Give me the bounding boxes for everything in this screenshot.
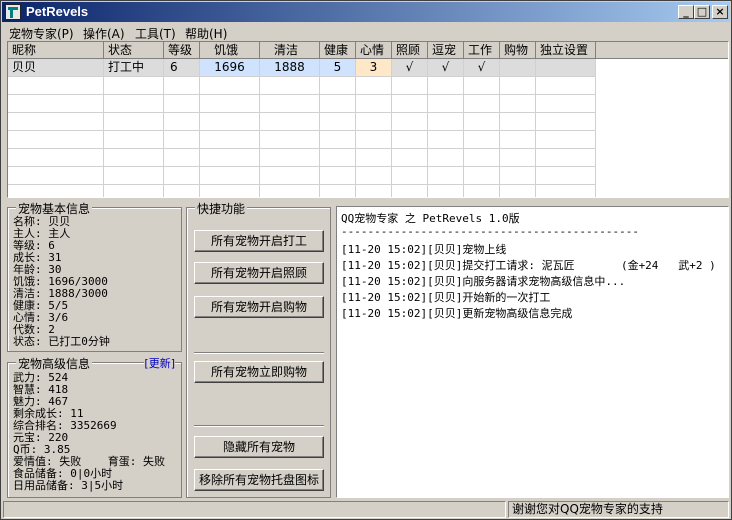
cell-status: 打工中 [104,59,164,77]
grid-column-line [355,77,356,197]
menu-bar: 宠物专家(P) 操作(A) 工具(T) 帮助(H) [2,23,730,41]
log-header: QQ宠物专家 之 PetRevels 1.0版 [341,212,520,225]
log-line: [11-20 15:02][贝贝]向服务器请求宠物高级信息中... [341,275,626,288]
col-header-settings[interactable]: 独立设置 [536,42,596,59]
empty-row [8,77,596,95]
maximize-button[interactable]: □ [694,5,710,19]
remove-tray-icons-button[interactable]: 移除所有宠物托盘图标 [194,469,324,491]
grid-column-line [163,77,164,197]
grid-column-line [199,77,200,197]
empty-row [8,149,596,167]
col-header-shop[interactable]: 购物 [500,42,536,59]
col-header-nickname[interactable]: 昵称 [8,42,104,59]
info-state: 状态: 已打工0分钟 [13,335,110,348]
log-panel[interactable]: QQ宠物专家 之 PetRevels 1.0版 ----------------… [336,206,729,498]
cell-clean: 1888 [260,59,320,77]
hide-all-button[interactable]: 隐藏所有宠物 [194,436,324,458]
cell-mood: 3 [356,59,392,77]
refresh-link[interactable]: [更新] [144,355,175,371]
advanced-info-group: 宠物高级信息 [更新] 武力: 524 智慧: 418 魅力: 467 剩余成长… [7,355,182,498]
separator [194,352,324,354]
cell-settings [536,59,596,77]
empty-row [8,185,596,197]
grid-column-line [595,77,596,197]
col-header-filler [596,42,728,59]
cell-care: √ [392,59,428,77]
cell-hunger: 1696 [200,59,260,77]
menu-operation[interactable]: 操作(A) [83,25,125,42]
start-shop-all-button[interactable]: 所有宠物开启购物 [194,296,324,318]
menu-help[interactable]: 帮助(H) [185,25,227,42]
grid-column-line [103,77,104,197]
grid-column-line [499,77,500,197]
col-header-care[interactable]: 照顾 [392,42,428,59]
col-header-play[interactable]: 逗宠 [428,42,464,59]
menu-pet-expert[interactable]: 宠物专家(P) [9,25,74,42]
cell-work: √ [464,59,500,77]
empty-row [8,167,596,185]
log-line: [11-20 15:02][贝贝]开始新的一次打工 [341,291,551,304]
status-left [3,501,506,518]
cell-play: √ [428,59,464,77]
start-care-all-button[interactable]: 所有宠物开启照顾 [194,262,324,284]
separator [194,425,324,427]
cell-level: 6 [164,59,200,77]
col-header-status[interactable]: 状态 [104,42,164,59]
cell-health: 5 [320,59,356,77]
basic-info-group: 宠物基本信息 名称: 贝贝 主人: 主人 等级: 6 成长: 31 年龄: 30… [7,200,182,352]
log-line: [11-20 15:02][贝贝]更新宠物高级信息完成 [341,307,573,320]
grid-column-line [259,77,260,197]
window-title: PetRevels [26,4,89,19]
buy-now-all-button[interactable]: 所有宠物立即购物 [194,361,324,383]
col-header-clean[interactable]: 清洁 [260,42,320,59]
start-work-all-button[interactable]: 所有宠物开启打工 [194,230,324,252]
cell-shop [500,59,536,77]
log-divider: ----------------------------------------… [341,225,640,238]
log-line: [11-20 15:02][贝贝]提交打工请求: 泥瓦匠 (金+24 武+2 ) [341,259,716,272]
cell-nickname: 贝贝 [8,59,104,77]
adv-daily-stock: 日用品储备: 3|5小时 [13,479,124,492]
status-right: 谢谢您对QQ宠物专家的支持 [508,501,729,518]
col-header-level[interactable]: 等级 [164,42,200,59]
col-header-mood[interactable]: 心情 [356,42,392,59]
grid-column-line [463,77,464,197]
col-header-health[interactable]: 健康 [320,42,356,59]
grid-column-line [427,77,428,197]
minimize-button[interactable]: _ [678,5,694,19]
advanced-info-label: 宠物高级信息 [16,355,93,372]
app-logo-icon [5,4,21,20]
empty-row [8,95,596,113]
col-header-work[interactable]: 工作 [464,42,500,59]
close-button[interactable]: × [712,5,728,19]
title-bar[interactable]: PetRevels _ □ × [2,2,730,22]
col-header-hunger[interactable]: 饥饿 [200,42,260,59]
grid-column-line [319,77,320,197]
menu-tools[interactable]: 工具(T) [135,25,176,42]
empty-row [8,113,596,131]
app-window: PetRevels _ □ × 宠物专家(P) 操作(A) 工具(T) 帮助(H… [0,0,732,520]
quick-functions-label: 快捷功能 [195,200,248,217]
grid-column-line [391,77,392,197]
empty-row [8,131,596,149]
log-line: [11-20 15:02][贝贝]宠物上线 [341,243,507,256]
grid-column-line [535,77,536,197]
pet-table[interactable]: 昵称 状态 等级 饥饿 清洁 健康 心情 照顾 逗宠 工作 购物 独立设置 贝贝… [7,41,729,198]
